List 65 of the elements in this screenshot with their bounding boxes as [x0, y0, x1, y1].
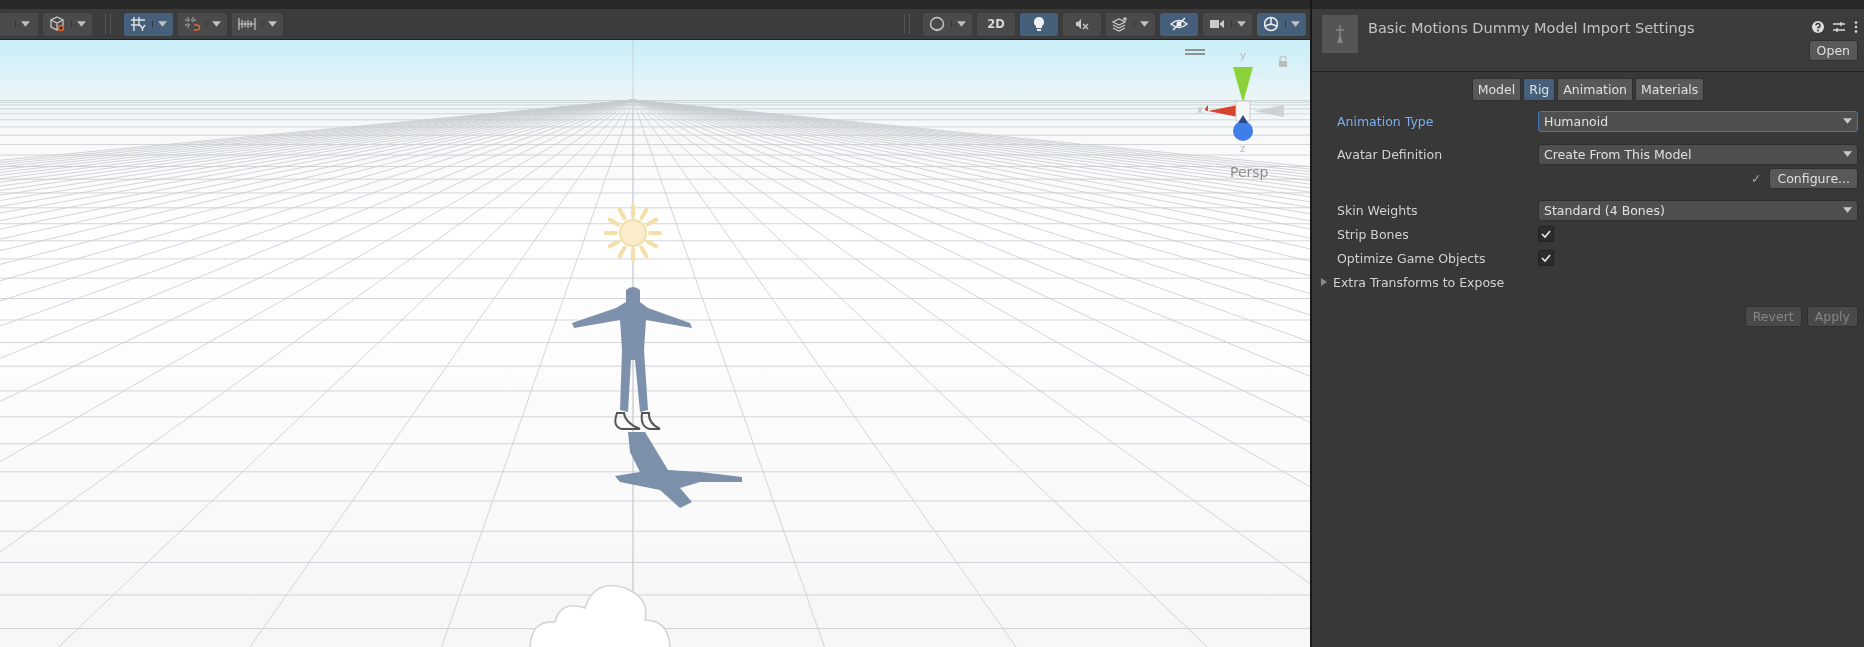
more-options-icon[interactable] [1854, 21, 1858, 33]
sphere-icon [929, 16, 945, 32]
caret-icon [152, 21, 167, 27]
axis-label: y [1240, 50, 1246, 61]
settings-sliders-icon[interactable] [1833, 21, 1845, 33]
tab[interactable]: Model [1471, 78, 1522, 101]
field-label: Optimize Game Objects [1337, 250, 1487, 266]
view-2d-button[interactable]: 2D [977, 12, 1015, 36]
caret-icon [262, 21, 277, 27]
caret-icon [206, 21, 221, 27]
projection-label[interactable]: Persp [1230, 164, 1269, 180]
foldout-toggle[interactable]: Extra Transforms to Expose [1320, 274, 1505, 290]
caret-icon [951, 21, 966, 27]
camera-button[interactable] [1203, 12, 1252, 36]
dropdown[interactable]: Standard (4 Bones) [1538, 199, 1858, 221]
dropdown[interactable]: Humanoid [1538, 110, 1858, 132]
field-label: Skin Weights [1337, 202, 1419, 218]
caret-icon [1134, 21, 1149, 27]
partial-button[interactable] [0, 12, 38, 36]
ruler-icon [238, 16, 256, 32]
gizmos-button[interactable] [1257, 12, 1306, 36]
dropdown[interactable]: Create From This Model [1538, 143, 1858, 165]
axis-label: x [1197, 104, 1203, 115]
tab[interactable]: Rig [1523, 78, 1556, 101]
configure-button[interactable]: Configure... [1769, 167, 1858, 189]
menu-icon[interactable] [1185, 49, 1205, 55]
snap-button[interactable] [178, 12, 227, 36]
field-label: Avatar Definition [1337, 146, 1444, 162]
visibility-button[interactable] [1160, 12, 1198, 36]
tab[interactable]: Animation [1557, 78, 1634, 101]
inspector-title: Basic Motions Dummy Model Import Settings [1368, 19, 1696, 36]
cube-icon [49, 16, 65, 32]
caret-icon [1843, 151, 1852, 157]
triangle-right-icon [1320, 278, 1328, 286]
humanoid-figure-drawing[interactable] [572, 287, 692, 430]
scene-viewport[interactable]: y x z Persp [0, 40, 1310, 647]
ruler-button[interactable] [232, 12, 283, 36]
checkbox[interactable] [1538, 250, 1554, 266]
caret-icon [71, 21, 86, 27]
field-label: Strip Bones [1337, 226, 1410, 242]
effects-button[interactable] [1106, 12, 1155, 36]
open-button[interactable]: Open [1808, 40, 1858, 61]
grid-button[interactable] [124, 12, 173, 36]
grid-magnet-icon [184, 16, 200, 32]
tab[interactable]: Materials [1635, 78, 1705, 101]
help-icon[interactable] [1812, 21, 1824, 33]
field-label: Animation Type [1337, 113, 1435, 129]
grid-icon [130, 16, 146, 32]
light-button[interactable] [1020, 12, 1058, 36]
model-thumbnail [1322, 15, 1358, 53]
caret-icon [1285, 21, 1300, 27]
check-mark: ✓ [1751, 170, 1762, 186]
eye-slash-icon [1170, 16, 1188, 32]
caret-icon [1843, 207, 1852, 213]
shading-button[interactable] [923, 12, 972, 36]
gizmo-icon [1263, 16, 1279, 32]
caret-icon [1843, 118, 1852, 124]
checkbox[interactable] [1538, 226, 1554, 242]
caret-icon [14, 21, 30, 27]
caret-icon [1231, 21, 1246, 27]
audio-button[interactable] [1063, 12, 1101, 36]
draw-mode-button[interactable] [43, 12, 92, 36]
light-bulb-icon [1031, 16, 1047, 32]
axis-label: z [1240, 143, 1246, 155]
layers-icon [1112, 16, 1128, 32]
